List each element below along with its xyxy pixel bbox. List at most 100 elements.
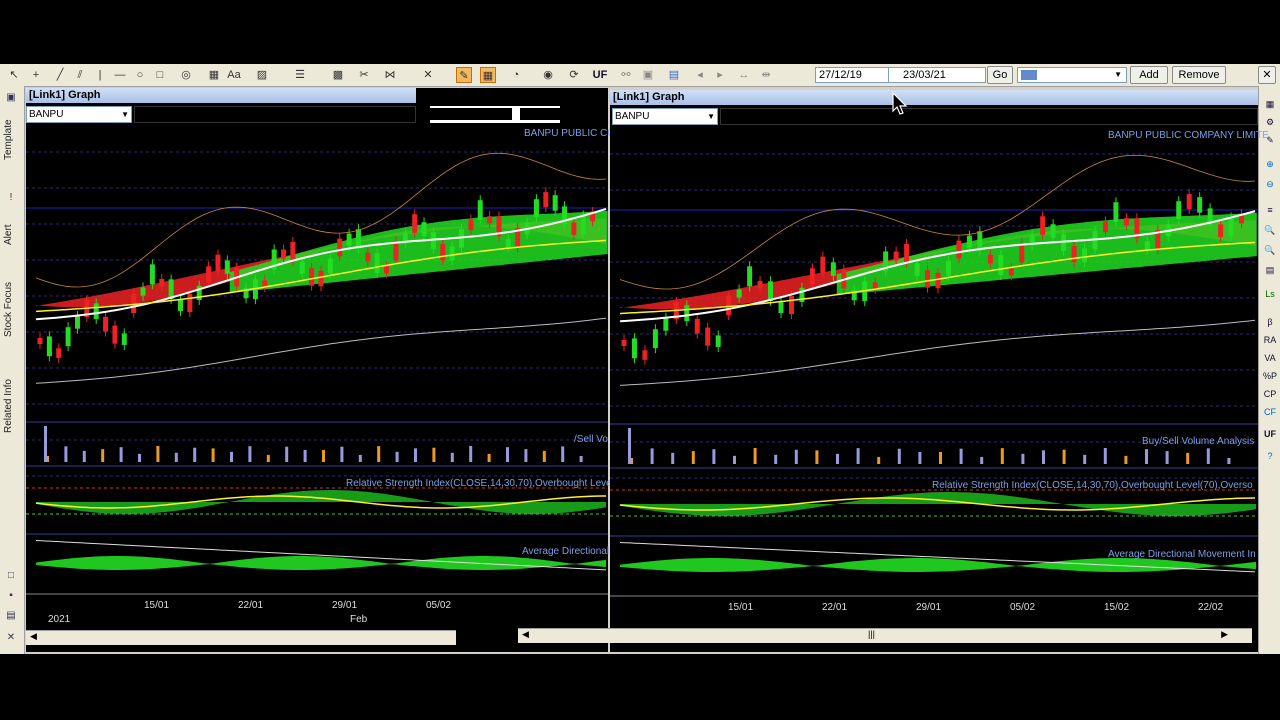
parallel-icon[interactable]: ⫽ <box>72 67 88 83</box>
close-button[interactable]: ✕ <box>1258 66 1276 84</box>
new-icon[interactable]: □ <box>4 570 18 582</box>
search-alt-icon[interactable]: 🔍 <box>1261 242 1279 258</box>
cf-button[interactable]: CF <box>1261 404 1279 420</box>
hline-icon[interactable]: — <box>112 67 128 83</box>
volume-bar <box>712 449 716 464</box>
go-button[interactable]: Go <box>987 66 1013 84</box>
pattern-icon[interactable]: ▦ <box>206 67 222 83</box>
candle <box>663 317 669 331</box>
zoom-icon[interactable]: ◔ <box>508 67 524 83</box>
save-icon[interactable]: ▪ <box>4 590 18 602</box>
left-symbol-select[interactable]: BANPU ▼ <box>26 106 132 123</box>
volume-bar <box>1124 455 1128 464</box>
candle <box>121 333 127 345</box>
add-button[interactable]: Add <box>1130 66 1168 84</box>
text-icon[interactable]: Aa <box>226 67 242 83</box>
candle <box>505 239 511 248</box>
bars-icon[interactable]: ☰ <box>292 67 308 83</box>
volume-bar <box>211 448 215 462</box>
highlight-icon[interactable]: ✎ <box>456 67 472 83</box>
settings-icon[interactable]: ⚙ <box>1261 114 1279 130</box>
zoom-in-icon[interactable]: ⊕ <box>1261 156 1279 172</box>
line-icon[interactable]: ╱ <box>52 67 68 83</box>
volume-bar <box>1103 448 1107 464</box>
date-from-input[interactable]: 27/12/19 <box>815 67 889 83</box>
circle-icon[interactable]: ○ <box>132 67 148 83</box>
volume-bar <box>1021 453 1025 464</box>
calendar-icon[interactable]: ▦ <box>480 67 496 83</box>
table-icon[interactable]: ▤ <box>1261 262 1279 278</box>
volume-bar <box>101 449 105 462</box>
scissors-icon[interactable]: ✂ <box>356 67 372 83</box>
arrow-icon[interactable]: ↖ <box>6 67 22 83</box>
candle <box>103 316 109 332</box>
volume-bar <box>1062 449 1066 464</box>
layout-select[interactable]: ▼ <box>1017 67 1127 83</box>
tab-template[interactable]: Template <box>3 114 21 166</box>
left-horizontal-scrollbar[interactable]: ◀ <box>26 630 456 645</box>
fib-icon[interactable]: ◎ <box>178 67 194 83</box>
ls-icon[interactable]: Ls <box>1261 286 1279 302</box>
candle <box>178 299 183 311</box>
beta-button[interactable]: β <box>1261 314 1279 330</box>
volume-bar <box>794 449 798 464</box>
open-icon[interactable]: ▤ <box>4 610 18 622</box>
tab-stock-focus[interactable]: Stock Focus <box>3 268 21 350</box>
right-x-tick: 15/01 <box>728 602 754 613</box>
folder-icon[interactable]: ▣ <box>4 92 18 104</box>
right-symbol-select[interactable]: BANPU ▼ <box>612 108 718 125</box>
delete-icon[interactable]: ✕ <box>420 67 436 83</box>
zoom-out-icon[interactable]: ⊖ <box>1261 176 1279 192</box>
tab-related-info[interactable]: Related Info <box>3 366 21 446</box>
candle <box>318 270 324 287</box>
globe-icon[interactable]: ◉ <box>540 67 556 83</box>
candle <box>46 336 52 357</box>
image-icon[interactable]: ▣ <box>640 67 656 83</box>
va-button[interactable]: VA <box>1261 350 1279 366</box>
lines-style-icon[interactable]: ▨ <box>254 67 270 83</box>
grid-icon[interactable]: ▩ <box>330 67 346 83</box>
cp-button[interactable]: CP <box>1261 386 1279 402</box>
candle <box>1218 224 1224 237</box>
candle <box>571 222 577 235</box>
volume-bar <box>1227 457 1231 464</box>
right-horizontal-scrollbar[interactable]: ◀ ||| ▶ <box>518 628 1252 643</box>
candle <box>65 327 71 347</box>
candle <box>966 235 972 248</box>
export-icon[interactable]: ▤ <box>666 67 682 83</box>
prev-icon[interactable]: ▸ <box>712 67 728 83</box>
layout-icon[interactable]: ▦ <box>1261 96 1279 112</box>
list-icon[interactable]: ≡ <box>1261 202 1279 218</box>
right-chart-canvas[interactable] <box>610 126 1258 652</box>
search-icon[interactable]: 🔍 <box>1261 222 1279 238</box>
tab-alert[interactable]: Alert <box>3 210 21 260</box>
shrink-icon[interactable]: ⇹ <box>758 67 774 83</box>
star-icon[interactable]: ⋈ <box>382 67 398 83</box>
vline-icon[interactable]: | <box>92 67 108 83</box>
link-icon[interactable]: ⚯ <box>618 67 634 83</box>
left-chart-canvas[interactable] <box>26 124 608 652</box>
uf-button[interactable]: UF <box>592 67 608 83</box>
ra-button[interactable]: RA <box>1261 332 1279 348</box>
help-icon[interactable]: ? <box>1261 448 1279 464</box>
candle <box>112 325 118 344</box>
percent-p-button[interactable]: %P <box>1261 368 1279 384</box>
date-to-input[interactable]: 23/03/21 <box>888 67 986 83</box>
close-x-icon[interactable]: ✕ <box>4 632 18 644</box>
candle <box>487 216 493 224</box>
volume-bar <box>897 448 901 464</box>
crosshair-icon[interactable]: + <box>28 67 44 83</box>
scroll-thumb-grip[interactable]: ||| <box>868 629 875 639</box>
uf-side-button[interactable]: UF <box>1261 426 1279 442</box>
refresh-icon[interactable]: ⟳ <box>566 67 582 83</box>
left-x-tick: 29/01 <box>332 600 358 611</box>
alert-icon[interactable]: ! <box>4 192 18 204</box>
candle <box>412 214 418 233</box>
rect-icon[interactable]: □ <box>152 67 168 83</box>
first-icon[interactable]: ◂ <box>692 67 708 83</box>
candle <box>1186 194 1192 210</box>
volume-bar <box>1000 448 1004 464</box>
candle <box>631 338 637 359</box>
remove-button[interactable]: Remove <box>1172 66 1226 84</box>
expand-icon[interactable]: ↔ <box>736 67 752 83</box>
